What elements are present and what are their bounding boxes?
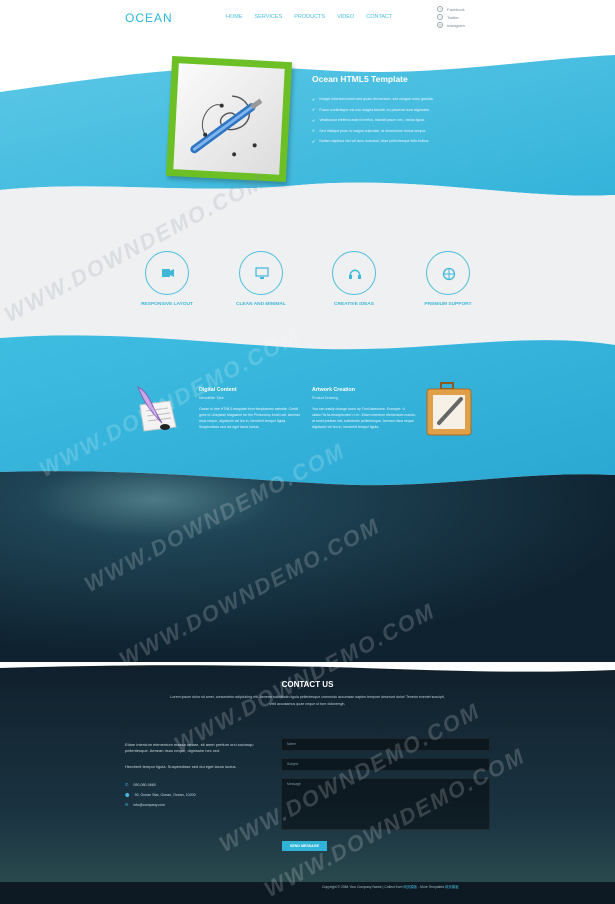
footer [0,882,615,904]
content-right-subtitle: Product Drawing [312,396,338,400]
content-left-text: Ocean is free HTML5 template from templa… [199,407,300,429]
feature-circle-creative[interactable] [332,251,376,295]
content-left-title: Digital Content [199,387,237,393]
video-camera-icon [162,269,174,277]
subject-field[interactable]: Subject [281,758,490,771]
footer-link[interactable]: 网页模板 [445,885,459,889]
hero-title: Ocean HTML5 Template [312,74,408,84]
feature-circle-support[interactable] [426,251,470,295]
hero-bullet-list: ✔ Integer interdum lorem sed quam ferment… [312,94,434,147]
contact-info-text: Hendrerit tempor ligula. Suspendisse sed… [125,764,237,769]
contact-phone: ✆ 090-080-0660 [125,782,156,787]
monitor-icon [255,267,269,279]
phone-icon: ✆ [125,782,129,787]
contact-title: CONTACT US [281,680,334,689]
content-right-text: You can easily change icons by Font Awes… [312,407,416,429]
content-right-title: Artwork Creation [312,387,355,393]
hero-bullet: ✔ Integer interdum lorem sed quam ferment… [312,96,434,102]
copyright: Copyright © 2084 Your Company Name | Col… [322,885,459,889]
check-icon: ✔ [312,117,316,123]
check-icon: ✔ [312,138,316,144]
feature-label: PREMIUM SUPPORT [424,302,472,307]
hero-bullet: ✔ Fusce scelerisque est non magna blandit… [312,107,431,113]
contact-email[interactable]: ✉ info@company.com [125,802,165,807]
feature-label: CLEAN AND MINIMAL [236,302,286,307]
contact-description: Lorem ipsum dolor sit amet, consectetur … [170,695,445,706]
feature-circle-clean[interactable] [239,251,283,295]
envelope-icon: ✉ [125,802,129,807]
content-left-subtitle: Newsletter Task [199,396,224,400]
send-message-button[interactable]: SEND MESSAGE [282,841,327,851]
check-icon: ✔ [312,128,316,134]
headphones-icon [349,269,361,279]
hero-bullet: ✔ Sed tristique justo in magna vulputate,… [312,128,427,134]
map-marker-icon: ⬤ [125,792,130,797]
feature-label: CREATIVE IDEAS [334,302,374,307]
quill-document-icon [137,385,177,432]
name-field[interactable]: Name [281,738,490,751]
hero-illustration [173,63,285,175]
feature-label: RESPONSIVE LAYOUT [141,302,193,307]
drawing-board-icon [426,382,472,436]
hero-bullet: ✔ Nullam dapibus nisi vel arcu euismod, v… [312,138,430,144]
check-icon: ✔ [312,107,316,113]
globe-icon [442,267,456,281]
contact-address: ⬤ 99, Ocean Star, Ocean, Ocean, 10200 [125,792,196,797]
message-field[interactable]: Message [281,778,490,830]
pen-tool-icon [190,95,263,157]
footer-link[interactable]: 网页模板 [403,885,417,889]
hero-bullet: ✔ Vestibulum eleifend ante id metus, blan… [312,117,426,123]
contact-info-text: Etiam interdum elementum massa ornare, s… [125,742,254,753]
feature-circle-responsive[interactable] [145,251,189,295]
hero-illustration-frame [165,55,293,183]
check-icon: ✔ [312,96,316,102]
